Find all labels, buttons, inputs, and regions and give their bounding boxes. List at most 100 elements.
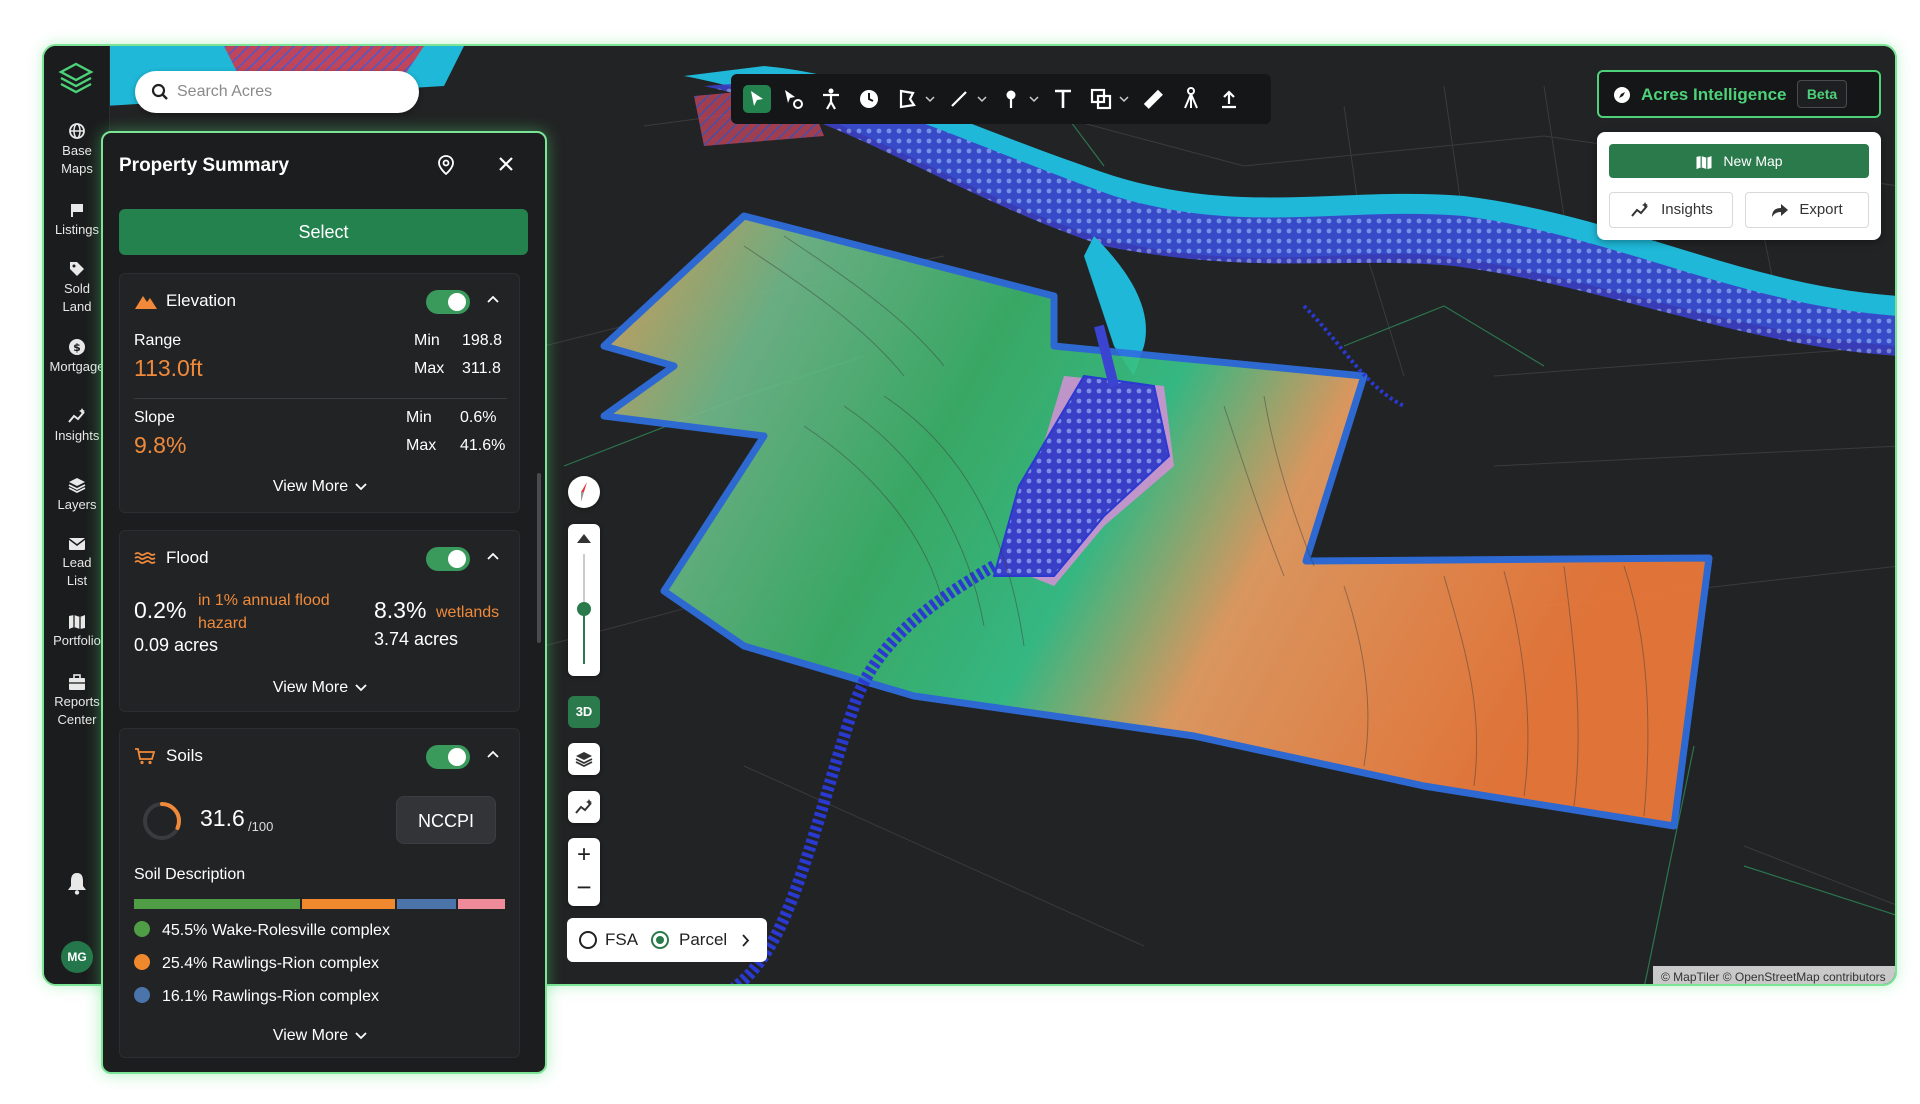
- panel-scrollbar[interactable]: [537, 473, 541, 643]
- map-attribution[interactable]: © MapTiler © OpenStreetMap contributors: [1653, 966, 1895, 984]
- soil-legend-item: 25.4% Rawlings-Rion complex: [134, 954, 379, 973]
- search-icon: [151, 83, 168, 100]
- legend-dot: [134, 954, 150, 970]
- export-button[interactable]: Export: [1745, 192, 1869, 228]
- map-icon: [69, 615, 85, 629]
- boundary-selector: FSA Parcel: [567, 918, 767, 962]
- chevron-up-icon[interactable]: [486, 294, 500, 304]
- accessibility-tool-button[interactable]: [817, 85, 845, 113]
- upload-tool-button[interactable]: [1215, 85, 1243, 113]
- briefcase-icon: [69, 674, 85, 690]
- soil-legend-text: 16.1% Rawlings-Rion complex: [162, 988, 379, 1005]
- sparkle-chart-icon: [575, 799, 592, 814]
- view-more-label: View More: [272, 679, 349, 696]
- bell-icon[interactable]: [64, 870, 90, 896]
- soils-view-more-button[interactable]: View More: [120, 1027, 521, 1045]
- chevron-down-icon[interactable]: [925, 95, 935, 103]
- survey-tool-button[interactable]: [1177, 85, 1205, 113]
- range-max-label: Max: [414, 360, 445, 377]
- slope-min-label: Min: [406, 409, 432, 426]
- draw-toolbar: [731, 74, 1271, 124]
- wetlands-acres: 3.74 acres: [374, 629, 459, 649]
- clock-icon: [860, 90, 878, 108]
- search-input[interactable]: [177, 80, 407, 104]
- elevation-view-more-button[interactable]: View More: [120, 478, 521, 496]
- mountain-icon: [577, 534, 591, 543]
- zoom-control: + −: [568, 838, 600, 906]
- layers-icon: [575, 752, 593, 768]
- soils-toggle[interactable]: [426, 745, 470, 769]
- close-icon[interactable]: [497, 155, 515, 173]
- parcel-label: Parcel: [679, 930, 728, 949]
- insights-button[interactable]: Insights: [1609, 192, 1733, 228]
- shape-tool-button[interactable]: [1087, 85, 1115, 113]
- line-icon: [951, 91, 967, 107]
- wetlands-description: wetlands: [436, 604, 500, 621]
- soil-bar-segment: [302, 899, 395, 909]
- measure-tool-button[interactable]: [1139, 85, 1167, 113]
- waves-icon: [134, 552, 156, 564]
- nccpi-badge[interactable]: NCCPI: [396, 796, 496, 844]
- slope-min-value: 0.6%: [460, 409, 497, 426]
- chevron-down-icon: [355, 483, 367, 491]
- soils-title: Soils: [166, 746, 203, 765]
- pitch-slider[interactable]: [568, 524, 600, 676]
- 3d-toggle-button[interactable]: 3D: [568, 696, 600, 728]
- flood-percent: 0.2%: [134, 597, 187, 623]
- insights-map-button[interactable]: [568, 791, 600, 823]
- layers-button[interactable]: [568, 743, 600, 775]
- zoom-out-button[interactable]: −: [568, 872, 600, 906]
- ruler-icon: [1143, 89, 1163, 109]
- share-arrow-icon: [1772, 204, 1789, 218]
- mail-icon: [68, 538, 86, 550]
- beta-badge: Beta: [1797, 80, 1847, 108]
- select-point-tool-button[interactable]: [779, 85, 807, 113]
- chevron-down-icon[interactable]: [977, 95, 987, 103]
- compass-button[interactable]: [568, 476, 600, 508]
- location-pin-icon[interactable]: [437, 155, 455, 175]
- range-max-value: 311.8: [462, 360, 501, 377]
- chevron-up-icon[interactable]: [486, 551, 500, 561]
- map-icon: [1696, 155, 1712, 169]
- chevron-right-icon[interactable]: [741, 934, 750, 947]
- slider-handle[interactable]: [577, 602, 591, 616]
- property-summary-panel: Property Summary Select Elevation Range …: [101, 131, 547, 1074]
- flood-toggle[interactable]: [426, 547, 470, 571]
- line-tool-button[interactable]: [945, 85, 973, 113]
- new-map-label: New Map: [1723, 153, 1783, 169]
- acres-intelligence-menu: New Map Insights Export: [1597, 132, 1881, 240]
- marker-tool-button[interactable]: [997, 85, 1025, 113]
- avatar[interactable]: MG: [61, 941, 93, 973]
- acres-logo-icon[interactable]: [57, 60, 95, 98]
- cursor-icon: [751, 91, 763, 106]
- select-tool-button[interactable]: [743, 85, 771, 113]
- text-tool-button[interactable]: [1049, 85, 1077, 113]
- soil-score-ring: [143, 802, 181, 840]
- polygon-tool-button[interactable]: [893, 85, 921, 113]
- chevron-down-icon[interactable]: [1029, 95, 1039, 103]
- parcel-radio[interactable]: [651, 931, 669, 949]
- export-label: Export: [1799, 201, 1843, 218]
- flood-title: Flood: [166, 548, 209, 567]
- select-button[interactable]: Select: [119, 209, 528, 255]
- fsa-radio[interactable]: [579, 931, 597, 949]
- soil-legend-text: 25.4% Rawlings-Rion complex: [162, 955, 379, 972]
- wetlands-percent: 8.3%: [374, 597, 427, 623]
- elevation-toggle[interactable]: [426, 290, 470, 314]
- soil-composition-bar: [134, 899, 505, 909]
- legend-dot: [134, 921, 150, 937]
- soil-legend-item: 45.5% Wake-Rolesville complex: [134, 921, 390, 940]
- divider: [134, 398, 507, 399]
- acres-intelligence-toggle[interactable]: Acres Intelligence Beta: [1597, 70, 1881, 118]
- history-tool-button[interactable]: [855, 85, 883, 113]
- flood-view-more-button[interactable]: View More: [120, 679, 521, 697]
- chevron-up-icon[interactable]: [486, 749, 500, 759]
- elevation-title: Elevation: [166, 291, 236, 310]
- chevron-down-icon[interactable]: [1119, 95, 1129, 103]
- flood-acres: 0.09 acres: [134, 635, 219, 655]
- zoom-in-button[interactable]: +: [568, 838, 600, 872]
- flood-description-2: hazard: [198, 615, 247, 632]
- mountain-icon: [135, 296, 157, 309]
- new-map-button[interactable]: New Map: [1609, 144, 1869, 178]
- dollar-icon: $: [69, 339, 85, 355]
